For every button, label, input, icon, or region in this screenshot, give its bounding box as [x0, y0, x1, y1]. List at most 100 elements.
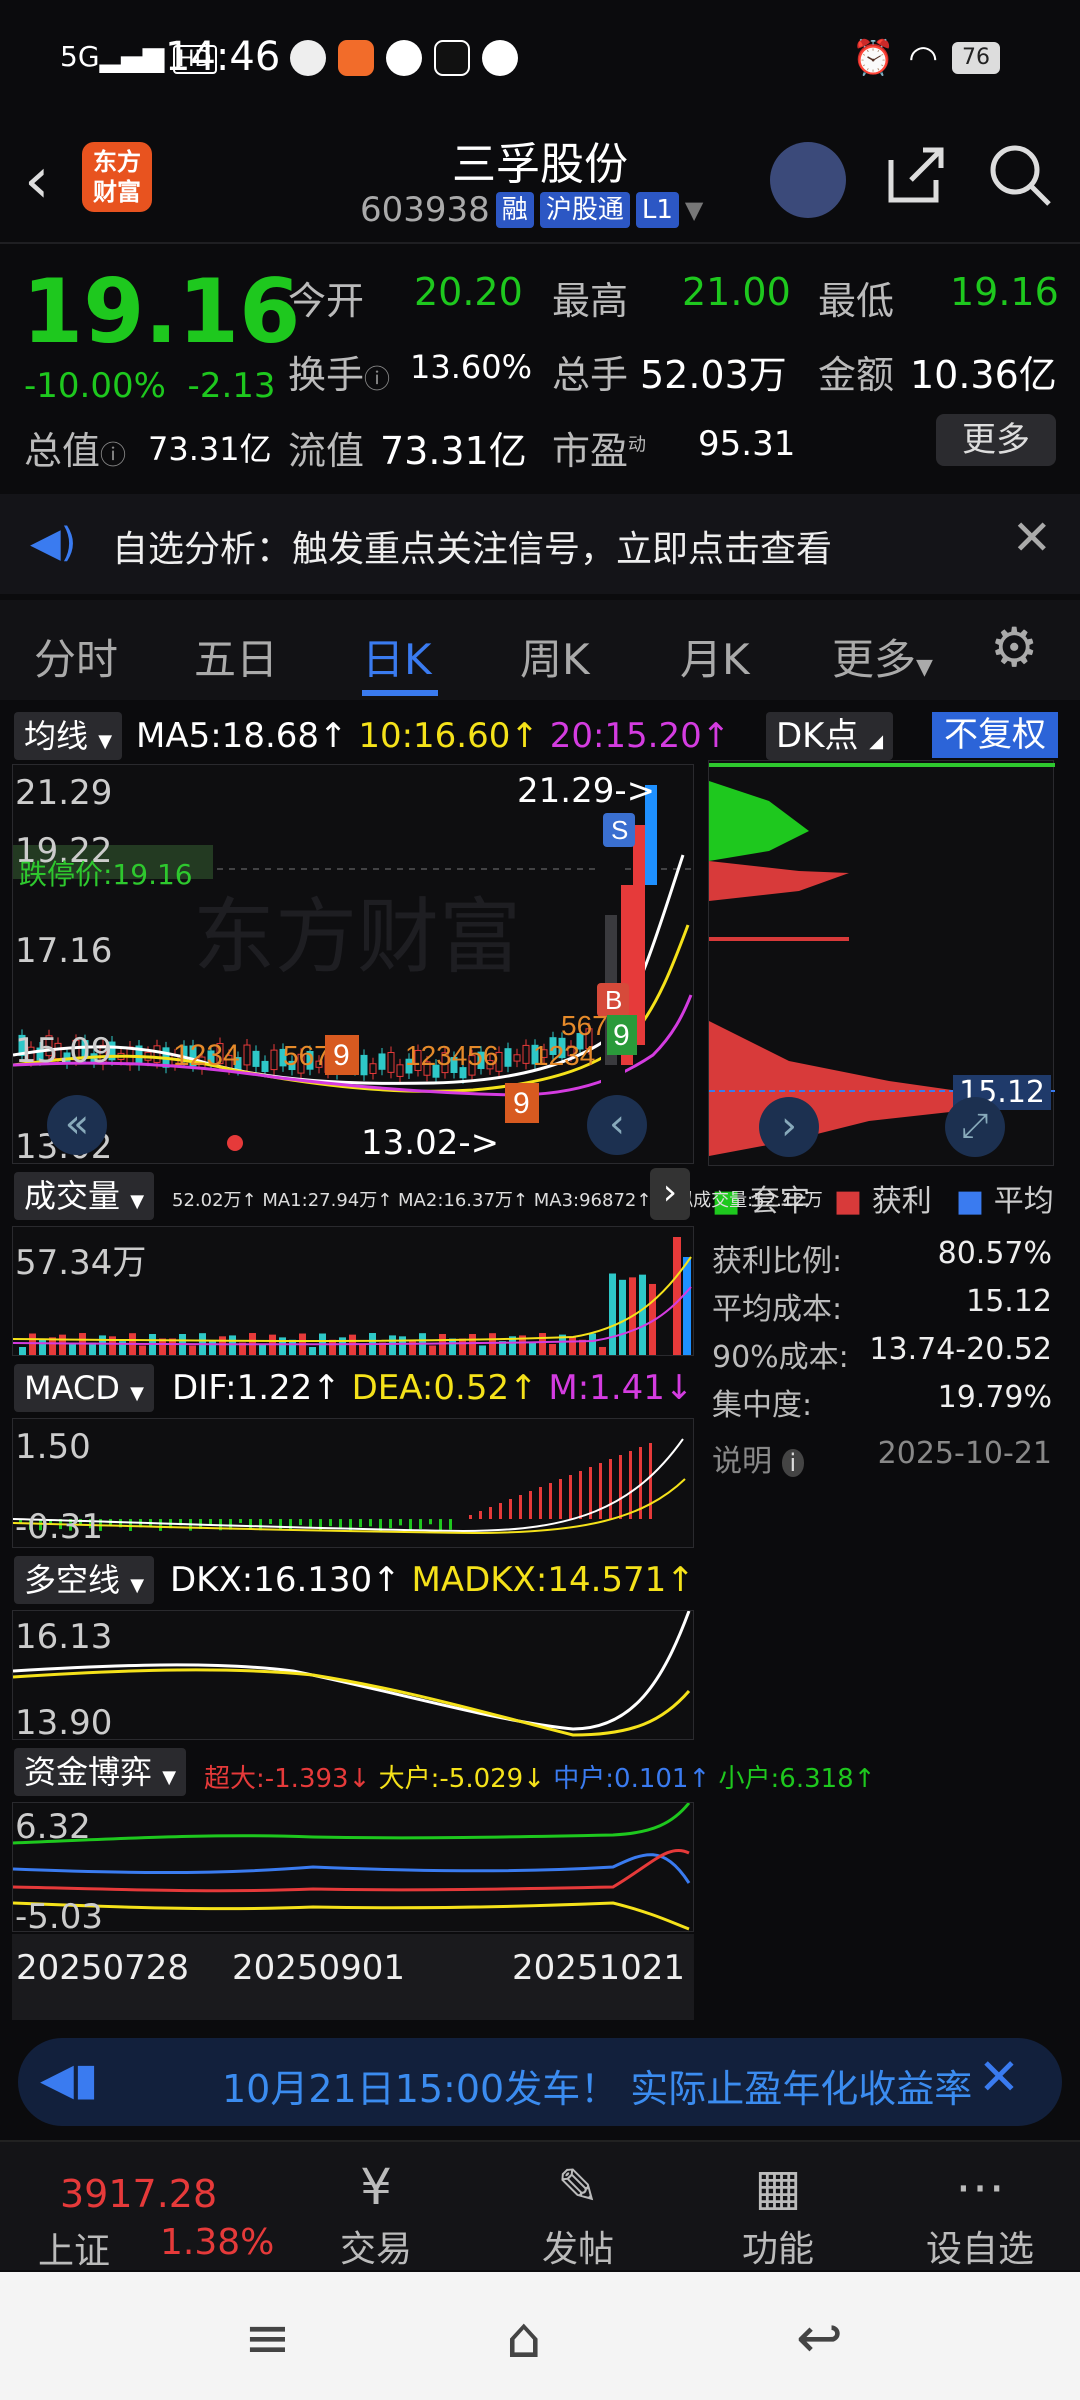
chevron-down-icon: ▼ [684, 196, 704, 224]
notice-text[interactable]: 自选分析：触发重点关注信号，立即点击查看 [112, 520, 832, 572]
candle [369, 1063, 377, 1074]
bottom-toolbar: 3917.28 上证 1.38% ¥ 交易 ✎ 发帖 ▦ 功能 ⋯ 设自选 [0, 2140, 1080, 2272]
scroll-right-icon[interactable]: ‹ [587, 1095, 647, 1155]
macd-selector[interactable]: MACD ▼ [14, 1364, 154, 1412]
kline-panel[interactable]: 东方财富 S B 1234 567 123456 1234 5678 9 9 9… [12, 764, 695, 1167]
macd-bar [539, 1487, 542, 1519]
dkx-values: DKX:16.130↑ MADKX:14.571↑ [170, 1560, 695, 1600]
volume-panel[interactable]: 57.34万 [12, 1226, 694, 1356]
app-icon [338, 40, 374, 76]
macd-bar [549, 1483, 552, 1519]
more-dots-icon: ⋯ [955, 2158, 1005, 2216]
active-tab-indicator [362, 690, 438, 696]
chip-stat-row: 获利比例: 80.57% [712, 1236, 1052, 1279]
date-label: 20250901 [232, 1948, 406, 1988]
turnover-value: 13.60% [410, 348, 533, 386]
add-watchlist-button[interactable]: ⋯ 设自选 [910, 2154, 1050, 2272]
fund-y-bottom: -5.03 [15, 1897, 103, 1937]
mktcap-label: 总值ⓘ [24, 429, 127, 473]
tab-five-day[interactable]: 五日 [194, 626, 278, 687]
wifi-icon: ◠ [908, 38, 938, 78]
close-icon[interactable]: ✕ [1012, 510, 1052, 566]
chip-distribution-panel[interactable]: 15.12 › ⤢ [708, 760, 1055, 1166]
td-sequence: 1234 [173, 1039, 240, 1072]
tag-level: L1 [635, 192, 679, 228]
promo-text[interactable]: 10月21日15:00发车！ 实际止盈年化收益率 [222, 2058, 972, 2113]
chip-note-row[interactable]: 说明 i 2025-10-21 [712, 1436, 1052, 1480]
td-sequence: 567 [283, 1040, 330, 1071]
tab-more[interactable]: 更多▼ [832, 626, 933, 687]
trade-button[interactable]: ¥ 交易 [306, 2154, 446, 2272]
macd-bar [209, 1519, 212, 1525]
fund-values: 超大:-1.393↓ 大户:-5.029↓ 中户:0.101↑ 小户:6.318… [204, 1758, 876, 1795]
volume-bar [479, 1345, 486, 1355]
adjust-toggle[interactable]: 不复权 [932, 712, 1058, 758]
td-sequence: 123456 [405, 1040, 498, 1071]
promo-banner[interactable]: ◀▮ 10月21日15:00发车！ 实际止盈年化收益率 ✕ [18, 2038, 1062, 2126]
macd-bar [419, 1519, 422, 1529]
open-label: 今开 [288, 279, 365, 323]
tab-daily-k[interactable]: 日K [362, 626, 432, 687]
index-pct[interactable]: 1.38% [160, 2222, 274, 2263]
chevron-right-icon[interactable]: › [759, 1097, 819, 1157]
candle [504, 1048, 512, 1067]
tiktok-icon [434, 40, 470, 76]
search-icon[interactable] [980, 140, 1060, 220]
settings-gear-icon[interactable]: ⚙ [990, 616, 1038, 679]
stock-code-row[interactable]: 603938 融 沪股通 L1 ▼ [360, 190, 703, 230]
volume-label: 总手 [552, 353, 629, 397]
macd-bar [389, 1519, 392, 1529]
menu-icon[interactable]: ≡ [244, 2306, 291, 2371]
ma10-value: 10:16.60↑ [358, 716, 539, 756]
volume-bar [99, 1335, 106, 1355]
fund-panel[interactable]: 6.32 -5.03 [12, 1802, 694, 1937]
macd-bar [519, 1495, 522, 1519]
macd-histogram [19, 1443, 652, 1531]
status-time: 14:46 [165, 34, 281, 80]
nine-count: 9 [613, 1019, 630, 1052]
dkx-selector[interactable]: 多空线 ▼ [14, 1556, 155, 1604]
expand-arrow-icon[interactable]: › [650, 1168, 690, 1220]
tab-intraday[interactable]: 分时 [34, 626, 118, 687]
trade-icon: ¥ [360, 2158, 392, 2216]
close-icon[interactable]: ✕ [978, 2048, 1020, 2106]
share-icon[interactable] [876, 140, 956, 220]
turnover-label: 换手ⓘ [288, 353, 391, 397]
volume-bar [219, 1336, 226, 1355]
signal-s: S [611, 815, 628, 845]
nine-count: 9 [513, 1087, 530, 1120]
macd-panel[interactable]: 1.50 -0.31 [12, 1418, 694, 1548]
volume-bar [489, 1333, 496, 1355]
ma-selector[interactable]: 均线 ▼ [14, 712, 123, 760]
volume-bar [609, 1273, 616, 1355]
index-value[interactable]: 3917.28 [60, 2172, 217, 2216]
more-button[interactable]: 更多 [936, 414, 1056, 466]
macd-bar [579, 1471, 582, 1519]
dkx-panel[interactable]: 16.13 13.90 [12, 1610, 694, 1743]
robot-assistant-icon[interactable] [770, 142, 846, 218]
functions-button[interactable]: ▦ 功能 [708, 2154, 848, 2272]
notice-banner[interactable]: ◀) 自选分析：触发重点关注信号，立即点击查看 ✕ [0, 494, 1080, 594]
volume-selector[interactable]: 成交量 ▼ [14, 1172, 155, 1220]
nine-count: 9 [333, 1039, 350, 1072]
tab-monthly-k[interactable]: 月K [680, 626, 750, 687]
back-nav-icon[interactable]: ↩ [796, 2306, 843, 2371]
index-name[interactable]: 上证 [38, 2222, 110, 2274]
dk-point-toggle[interactable]: DK点 ◢ [766, 712, 894, 760]
tab-weekly-k[interactable]: 周K [520, 626, 590, 687]
fund-selector[interactable]: 资金博弈 ▼ [14, 1748, 187, 1796]
macd-values: DIF:1.22↑ DEA:0.52↑ M:1.41↓ [172, 1368, 693, 1408]
y-axis-label: 15.09 [15, 1031, 113, 1071]
scroll-left-icon[interactable]: « [47, 1095, 107, 1155]
grid-icon: ▦ [754, 2158, 802, 2216]
macd-bar [509, 1499, 512, 1519]
home-icon[interactable]: ⌂ [506, 2306, 542, 2371]
tag-margin: 融 [495, 192, 534, 228]
info-icon: i [781, 1449, 805, 1477]
stock-header: ‹ 东方 财富 三孚股份 603938 融 沪股通 L1 ▼ [0, 120, 1080, 240]
expand-icon[interactable]: ⤢ [945, 1097, 1005, 1157]
mktcap-value: 73.31亿 [148, 430, 272, 468]
speaker-icon: ◀) [30, 520, 77, 566]
post-button[interactable]: ✎ 发帖 [508, 2154, 648, 2272]
volume-bar [599, 1346, 606, 1355]
